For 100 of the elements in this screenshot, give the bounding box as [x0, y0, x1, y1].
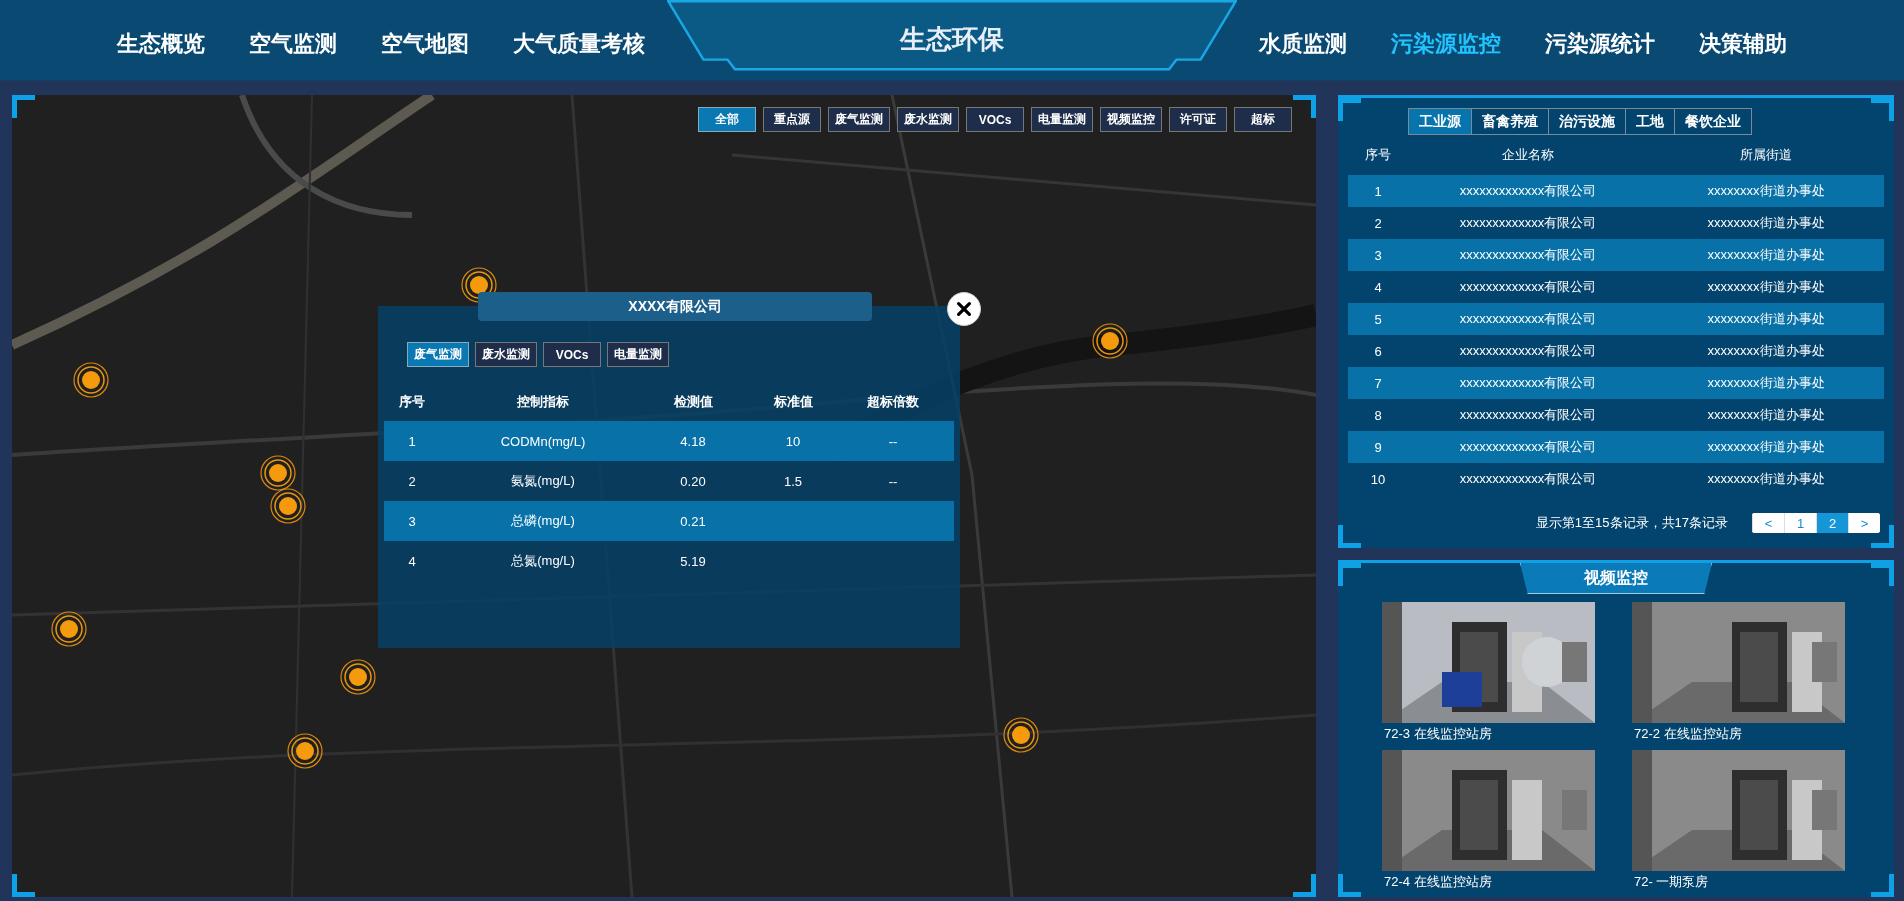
- table-cell: xxxxxxxx街道办事处: [1707, 246, 1825, 264]
- marker-icon[interactable]: [340, 659, 376, 695]
- category-tab[interactable]: 工业源: [1407, 108, 1472, 135]
- filter-button[interactable]: VOCs: [966, 107, 1024, 132]
- table-cell: xxxxxxxx街道办事处: [1707, 406, 1825, 424]
- table-cell: xxxxxxxx街道办事处: [1707, 310, 1825, 328]
- table-cell: 5: [1374, 311, 1382, 327]
- nav-tab[interactable]: 大气质量考核: [513, 29, 645, 59]
- table-cell: 0.20: [680, 473, 706, 489]
- column-header: 控制指标: [517, 393, 569, 411]
- table-cell: 4: [408, 553, 416, 569]
- table-cell: xxxxxxxxxxxxx有限公司: [1459, 342, 1597, 360]
- table-cell: 6: [1374, 343, 1382, 359]
- popup-tab[interactable]: 电量监测: [607, 342, 669, 367]
- table-cell: 总氮(mg/L): [511, 552, 575, 570]
- nav-tab[interactable]: 决策辅助: [1699, 29, 1787, 59]
- video-caption: 72- 一期泵房: [1633, 873, 1710, 891]
- popup-tab[interactable]: 废水监测: [475, 342, 537, 367]
- marker-icon[interactable]: [260, 455, 296, 491]
- table-cell: 10: [1370, 471, 1386, 487]
- table-cell: 4.18: [680, 433, 706, 449]
- table-cell: --: [888, 433, 898, 449]
- table-cell: xxxxxxxx街道办事处: [1707, 214, 1825, 232]
- nav-tab[interactable]: 生态概览: [117, 29, 205, 59]
- table-cell: xxxxxxxxxxxxx有限公司: [1459, 182, 1597, 200]
- table-cell: xxxxxxxx街道办事处: [1707, 182, 1825, 200]
- video-caption: 72-3 在线监控站房: [1383, 725, 1493, 743]
- section-title: 视频监控: [1520, 563, 1712, 594]
- table-cell: xxxxxxxx街道办事处: [1707, 342, 1825, 360]
- table-cell: xxxxxxxx街道办事处: [1707, 470, 1825, 488]
- table-cell: xxxxxxxxxxxxx有限公司: [1459, 310, 1597, 328]
- filter-button[interactable]: 许可证: [1169, 107, 1227, 132]
- table-cell: 1.5: [783, 473, 803, 489]
- next-page-button[interactable]: >: [1848, 513, 1880, 533]
- table-cell: 9: [1374, 439, 1382, 455]
- close-icon: [955, 300, 973, 318]
- table-cell: 3: [408, 513, 416, 529]
- category-tab[interactable]: 畜禽养殖: [1470, 108, 1549, 135]
- filter-button[interactable]: 全部: [698, 107, 756, 132]
- table-cell: xxxxxxxxxxxxx有限公司: [1459, 406, 1597, 424]
- corner-bracket: [12, 874, 35, 897]
- table-cell: xxxxxxxxxxxxx有限公司: [1459, 246, 1597, 264]
- table-cell: CODMn(mg/L): [500, 433, 586, 449]
- table-cell: 0.21: [680, 513, 706, 529]
- popup-tab[interactable]: 废气监测: [407, 342, 469, 367]
- table-cell: 1: [408, 433, 416, 449]
- table-cell: xxxxxxxx街道办事处: [1707, 438, 1825, 456]
- nav-tab[interactable]: 水质监测: [1259, 29, 1347, 59]
- page-title: 生态环保: [900, 23, 1004, 52]
- table-cell: 氨氮(mg/L): [511, 472, 575, 490]
- filter-button[interactable]: 废气监测: [828, 107, 890, 132]
- table-cell: xxxxxxxx街道办事处: [1707, 374, 1825, 392]
- table-cell: xxxxxxxxxxxxx有限公司: [1459, 278, 1597, 296]
- column-header: 序号: [399, 393, 425, 411]
- table-cell: xxxxxxxx街道办事处: [1707, 278, 1825, 296]
- table-cell: xxxxxxxxxxxxx有限公司: [1459, 374, 1597, 392]
- filter-button[interactable]: 电量监测: [1031, 107, 1093, 132]
- table-cell: 10: [785, 433, 801, 449]
- filter-button[interactable]: 废水监测: [897, 107, 959, 132]
- corner-bracket: [1293, 95, 1316, 118]
- marker-icon[interactable]: [51, 611, 87, 647]
- table-cell: 8: [1374, 407, 1382, 423]
- table-cell: xxxxxxxxxxxxx有限公司: [1459, 470, 1597, 488]
- table-cell: 3: [1374, 247, 1382, 263]
- column-header: 标准值: [773, 393, 813, 411]
- corner-bracket: [1293, 874, 1316, 897]
- popup-title: XXXX有限公司: [478, 292, 872, 321]
- nav-tab[interactable]: 污染源统计: [1545, 29, 1655, 59]
- marker-icon[interactable]: [73, 362, 109, 398]
- nav-tab[interactable]: 空气地图: [381, 29, 469, 59]
- table-cell: xxxxxxxxxxxxx有限公司: [1459, 214, 1597, 232]
- column-header: 检测值: [673, 393, 713, 411]
- video-caption: 72-4 在线监控站房: [1383, 873, 1493, 891]
- nav-tab[interactable]: 污染源监控: [1391, 29, 1501, 59]
- video-caption: 72-2 在线监控站房: [1633, 725, 1743, 743]
- table-cell: 7: [1374, 375, 1382, 391]
- filter-button[interactable]: 重点源: [763, 107, 821, 132]
- table-cell: 1: [1374, 183, 1382, 199]
- column-header: 序号: [1365, 146, 1391, 164]
- table-cell: 4: [1374, 279, 1382, 295]
- nav-tab[interactable]: 空气监测: [249, 29, 337, 59]
- filter-button[interactable]: 视频监控: [1100, 107, 1162, 132]
- category-tab[interactable]: 治污设施: [1547, 108, 1626, 135]
- filter-button[interactable]: 超标: [1234, 107, 1292, 132]
- table-cell: 总磷(mg/L): [511, 512, 575, 530]
- popup-tab[interactable]: VOCs: [543, 342, 601, 367]
- table-cell: xxxxxxxxxxxxx有限公司: [1459, 438, 1597, 456]
- category-tab[interactable]: 餐饮企业: [1673, 108, 1752, 135]
- marker-icon[interactable]: [1092, 323, 1128, 359]
- column-header: 企业名称: [1502, 146, 1554, 164]
- record-summary: 显示第1至15条记录，共17条记录: [1535, 514, 1728, 532]
- marker-icon[interactable]: [1003, 717, 1039, 753]
- category-tab[interactable]: 工地: [1624, 108, 1675, 135]
- marker-icon[interactable]: [287, 733, 323, 769]
- marker-icon[interactable]: [270, 488, 306, 524]
- table-cell: 5.19: [680, 553, 706, 569]
- column-header: 所属街道: [1740, 146, 1792, 164]
- table-cell: 2: [408, 473, 416, 489]
- marker-icon[interactable]: [461, 267, 497, 303]
- column-header: 超标倍数: [867, 393, 919, 411]
